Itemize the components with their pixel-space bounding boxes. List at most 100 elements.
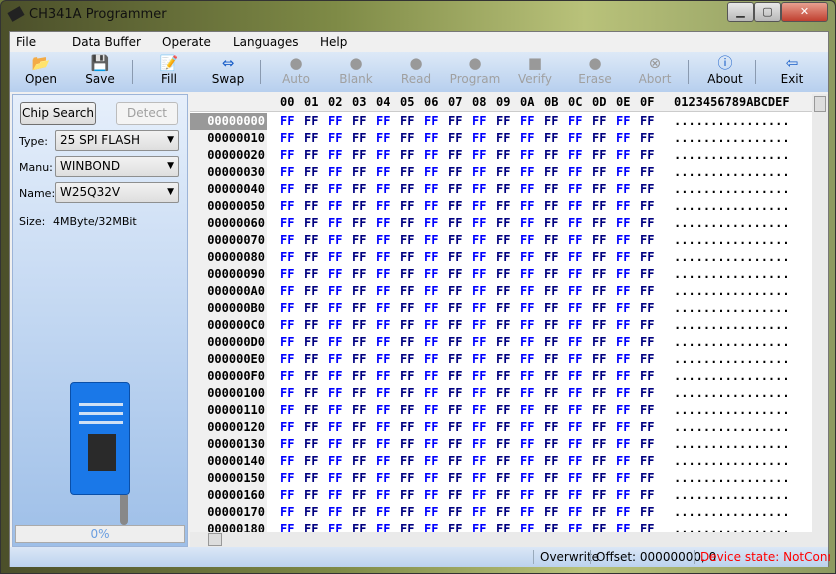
- hex-byte[interactable]: FF: [424, 368, 438, 385]
- program-button[interactable]: ● Program: [447, 54, 503, 86]
- hex-byte[interactable]: FF: [304, 130, 318, 147]
- hex-byte[interactable]: FF: [352, 470, 366, 487]
- hex-byte[interactable]: FF: [424, 317, 438, 334]
- hex-byte[interactable]: FF: [640, 504, 654, 521]
- hex-byte[interactable]: FF: [304, 453, 318, 470]
- hex-byte[interactable]: FF: [352, 249, 366, 266]
- hex-byte[interactable]: FF: [592, 113, 606, 130]
- hex-byte[interactable]: FF: [592, 147, 606, 164]
- hex-byte[interactable]: FF: [496, 521, 510, 532]
- hex-byte[interactable]: FF: [592, 249, 606, 266]
- hex-byte[interactable]: FF: [544, 147, 558, 164]
- hex-byte[interactable]: FF: [496, 113, 510, 130]
- hex-byte[interactable]: FF: [400, 436, 414, 453]
- hex-byte[interactable]: FF: [376, 470, 390, 487]
- hex-byte[interactable]: FF: [328, 436, 342, 453]
- hex-byte[interactable]: FF: [568, 334, 582, 351]
- hex-byte[interactable]: FF: [448, 113, 462, 130]
- hex-byte[interactable]: FF: [496, 147, 510, 164]
- hex-byte[interactable]: FF: [352, 317, 366, 334]
- hex-byte[interactable]: FF: [496, 164, 510, 181]
- hex-byte[interactable]: FF: [328, 147, 342, 164]
- hex-byte[interactable]: FF: [544, 215, 558, 232]
- hex-byte[interactable]: FF: [592, 334, 606, 351]
- hex-byte[interactable]: FF: [616, 266, 630, 283]
- hex-byte[interactable]: FF: [544, 419, 558, 436]
- hex-byte[interactable]: FF: [640, 402, 654, 419]
- hex-byte[interactable]: FF: [544, 351, 558, 368]
- hex-byte[interactable]: FF: [448, 130, 462, 147]
- hex-byte[interactable]: FF: [352, 181, 366, 198]
- hex-byte[interactable]: FF: [640, 436, 654, 453]
- hex-byte[interactable]: FF: [448, 283, 462, 300]
- hex-byte[interactable]: FF: [496, 198, 510, 215]
- hex-byte[interactable]: FF: [400, 147, 414, 164]
- hex-byte[interactable]: FF: [640, 232, 654, 249]
- hex-byte[interactable]: FF: [328, 368, 342, 385]
- hex-byte[interactable]: FF: [328, 283, 342, 300]
- hex-byte[interactable]: FF: [616, 351, 630, 368]
- hex-byte[interactable]: FF: [520, 436, 534, 453]
- hex-byte[interactable]: FF: [376, 351, 390, 368]
- hex-editor[interactable]: 00 01 02 03 04 05 06 07 08 09 0A 0B 0C 0D 0E 0F 01234567…: [190, 94, 812, 532]
- hex-byte[interactable]: FF: [400, 487, 414, 504]
- hex-byte[interactable]: FF: [304, 470, 318, 487]
- hex-byte[interactable]: FF: [448, 300, 462, 317]
- hex-byte[interactable]: FF: [352, 436, 366, 453]
- hex-byte[interactable]: FF: [304, 436, 318, 453]
- hex-byte[interactable]: FF: [400, 368, 414, 385]
- hex-byte[interactable]: FF: [472, 198, 486, 215]
- hex-byte[interactable]: FF: [352, 198, 366, 215]
- hex-byte[interactable]: FF: [496, 368, 510, 385]
- hex-byte[interactable]: FF: [640, 487, 654, 504]
- hex-byte[interactable]: FF: [616, 504, 630, 521]
- hex-byte[interactable]: FF: [328, 130, 342, 147]
- hex-byte[interactable]: FF: [328, 419, 342, 436]
- hex-byte[interactable]: FF: [472, 266, 486, 283]
- auto-button[interactable]: ● Auto: [268, 54, 324, 86]
- hex-byte[interactable]: FF: [472, 147, 486, 164]
- hex-byte[interactable]: FF: [520, 419, 534, 436]
- detect-button[interactable]: Detect: [116, 102, 178, 125]
- hex-byte[interactable]: FF: [592, 402, 606, 419]
- hex-byte[interactable]: FF: [544, 436, 558, 453]
- hex-byte[interactable]: FF: [568, 300, 582, 317]
- hex-byte[interactable]: FF: [304, 283, 318, 300]
- hex-byte[interactable]: FF: [280, 521, 294, 532]
- hex-byte[interactable]: FF: [568, 351, 582, 368]
- hscroll-thumb[interactable]: [208, 533, 222, 546]
- hex-byte[interactable]: FF: [448, 147, 462, 164]
- hex-byte[interactable]: FF: [376, 436, 390, 453]
- hex-byte[interactable]: FF: [472, 351, 486, 368]
- hex-byte[interactable]: FF: [640, 453, 654, 470]
- hex-byte[interactable]: FF: [640, 147, 654, 164]
- hex-byte[interactable]: FF: [424, 334, 438, 351]
- hex-byte[interactable]: FF: [448, 470, 462, 487]
- hex-byte[interactable]: FF: [616, 249, 630, 266]
- hex-byte[interactable]: FF: [352, 266, 366, 283]
- hex-byte[interactable]: FF: [352, 334, 366, 351]
- hex-byte[interactable]: FF: [400, 317, 414, 334]
- hex-byte[interactable]: FF: [640, 317, 654, 334]
- hex-byte[interactable]: FF: [640, 521, 654, 532]
- hex-byte[interactable]: FF: [304, 351, 318, 368]
- hex-byte[interactable]: FF: [448, 232, 462, 249]
- hex-byte[interactable]: FF: [328, 249, 342, 266]
- hex-byte[interactable]: FF: [616, 436, 630, 453]
- hex-byte[interactable]: FF: [400, 453, 414, 470]
- hex-byte[interactable]: FF: [448, 215, 462, 232]
- hex-byte[interactable]: FF: [328, 453, 342, 470]
- verify-button[interactable]: ■ Verify: [507, 54, 563, 86]
- hex-byte[interactable]: FF: [400, 351, 414, 368]
- hex-byte[interactable]: FF: [424, 453, 438, 470]
- hex-byte[interactable]: FF: [352, 419, 366, 436]
- hex-byte[interactable]: FF: [568, 130, 582, 147]
- hex-byte[interactable]: FF: [424, 147, 438, 164]
- hex-byte[interactable]: FF: [352, 402, 366, 419]
- hex-byte[interactable]: FF: [376, 113, 390, 130]
- hex-byte[interactable]: FF: [280, 130, 294, 147]
- hex-byte[interactable]: FF: [616, 470, 630, 487]
- chip-name-select[interactable]: W25Q32V ▼: [55, 182, 179, 203]
- hex-byte[interactable]: FF: [616, 300, 630, 317]
- hex-byte[interactable]: FF: [472, 504, 486, 521]
